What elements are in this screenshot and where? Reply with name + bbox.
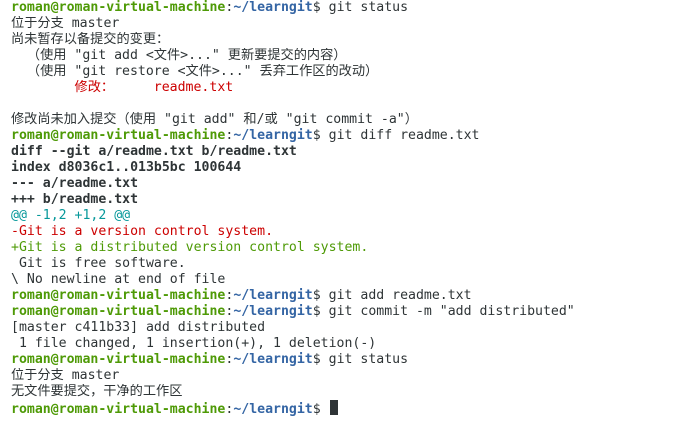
prompt-user-host: roman@roman-virtual-machine: [11, 402, 226, 416]
terminal-output[interactable]: roman@roman-virtual-machine:~/learngit$ …: [0, 0, 684, 445]
prompt-line: roman@roman-virtual-machine:~/learngit$ …: [11, 352, 684, 368]
prompt-symbol: $: [312, 352, 329, 367]
output-line: \ No newline at end of file: [11, 272, 226, 287]
prompt-symbol: $: [312, 288, 329, 303]
output-line: （使用 "git add <文件>..." 更新要提交的内容）: [11, 48, 347, 63]
prompt-path: ~/learngit: [233, 0, 313, 15]
prompt-symbol: $: [312, 128, 329, 143]
prompt-line: roman@roman-virtual-machine:~/learngit$ …: [11, 128, 684, 144]
prompt-user-host: roman@roman-virtual-machine: [11, 288, 226, 303]
output-line: （使用 "git restore <文件>..." 丢弃工作区的改动）: [11, 64, 379, 79]
diff-hunk-header: @@ -1,2 +1,2 @@: [11, 208, 131, 223]
prompt-user-host: roman@roman-virtual-machine: [11, 128, 226, 143]
diff-header-line: +++ b/readme.txt: [11, 192, 139, 207]
diff-header-line: diff --git a/readme.txt b/readme.txt: [11, 144, 297, 159]
diff-header-line: index d8036c1..013b5bc 100644: [11, 160, 242, 175]
prompt-path: ~/learngit: [233, 352, 313, 367]
prompt-line: roman@roman-virtual-machine:~/learngit$ …: [11, 304, 684, 320]
output-line: 1 file changed, 1 insertion(+), 1 deleti…: [11, 336, 377, 351]
modified-filename: readme.txt: [153, 80, 234, 95]
diff-header-line: --- a/readme.txt: [11, 176, 139, 191]
prompt-path: ~/learngit: [233, 402, 313, 416]
output-line: 位于分支 master: [11, 16, 120, 31]
command-text: git status: [328, 0, 409, 15]
output-line: 尚未暂存以备提交的变更：: [11, 32, 170, 47]
prompt-line: roman@roman-virtual-machine:~/learngit$ …: [11, 288, 684, 304]
diff-added-line: +Git is a distributed version control sy…: [11, 240, 369, 255]
cursor[interactable]: [329, 400, 338, 415]
command-text: git add readme.txt: [328, 288, 472, 303]
output-line: 位于分支 master: [11, 368, 120, 383]
modified-label: 修改：: [11, 80, 154, 95]
prompt-user-host: roman@roman-virtual-machine: [11, 0, 226, 15]
output-line: [master c411b33] add distributed: [11, 320, 266, 335]
prompt-line: roman@roman-virtual-machine:~/learngit$ …: [11, 0, 684, 16]
prompt-line: roman@roman-virtual-machine:~/learngit$: [11, 400, 684, 416]
prompt-user-host: roman@roman-virtual-machine: [11, 304, 226, 319]
command-text: git commit -m "add distributed": [328, 304, 575, 319]
prompt-path: ~/learngit: [233, 304, 313, 319]
command-text: git diff readme.txt: [328, 128, 480, 143]
prompt-path: ~/learngit: [233, 128, 313, 143]
prompt-symbol: $: [312, 304, 329, 319]
prompt-symbol: $: [312, 402, 329, 416]
output-line: 修改尚未加入提交（使用 "git add" 和/或 "git commit -a…: [11, 112, 418, 127]
command-text: git status: [328, 352, 409, 367]
output-line: Git is free software.: [11, 256, 186, 271]
output-line: 无文件要提交，干净的工作区: [11, 384, 183, 399]
prompt-symbol: $: [312, 0, 329, 15]
modified-file-line: 修改： readme.txt: [11, 80, 684, 96]
prompt-user-host: roman@roman-virtual-machine: [11, 352, 226, 367]
diff-removed-line: -Git is a version control system.: [11, 224, 274, 239]
prompt-path: ~/learngit: [233, 288, 313, 303]
